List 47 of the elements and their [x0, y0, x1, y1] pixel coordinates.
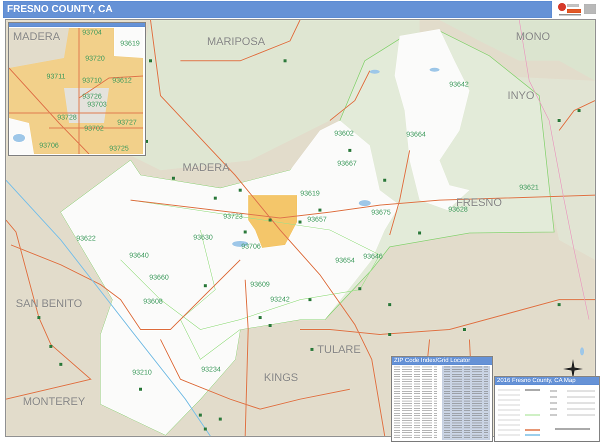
route-marker-icon: [59, 362, 62, 366]
lake: [580, 347, 584, 356]
route-marker-icon: [204, 284, 207, 288]
region-label: MADERA: [13, 31, 60, 43]
route-marker-icon: [383, 178, 386, 182]
map-title: FRESNO COUNTY, CA: [7, 4, 113, 15]
route-marker-icon: [218, 418, 222, 421]
route-marker-icon: [258, 316, 262, 320]
route-marker-icon: [149, 59, 152, 62]
lake: [358, 200, 371, 206]
route-marker-icon: [49, 344, 52, 348]
route-marker-icon: [310, 348, 314, 351]
route-marker-icon: [139, 388, 142, 391]
route-marker-icon: [268, 218, 272, 222]
route-marker-icon: [388, 333, 392, 336]
road-line: [558, 100, 595, 131]
region-label: MONO: [516, 31, 550, 43]
route-marker-icon: [298, 220, 302, 224]
route-marker-icon: [198, 414, 202, 417]
route-marker-icon: [238, 188, 242, 192]
route-marker-icon: [204, 428, 207, 431]
route-marker-icon: [558, 303, 561, 306]
lake: [370, 70, 380, 74]
route-marker-icon: [348, 148, 352, 152]
route-marker-icon: [358, 287, 362, 290]
route-marker-icon: [418, 231, 422, 234]
route-marker-icon: [244, 230, 247, 234]
route-marker-icon: [462, 328, 466, 331]
region-label: TULARE: [317, 344, 361, 356]
region-label: MONTEREY: [22, 396, 86, 408]
route-marker-icon: [578, 109, 581, 112]
region-label: MARIPOSA: [206, 36, 266, 48]
route-marker-icon: [172, 176, 175, 180]
logo-drawing: [556, 1, 598, 17]
route-marker-icon: [284, 59, 287, 62]
route-marker-icon: [318, 208, 322, 212]
route-marker-icon: [388, 303, 392, 306]
lake: [430, 68, 440, 72]
region-label: MADERA: [182, 162, 230, 174]
route-marker-icon: [214, 196, 217, 200]
route-marker-icon: [308, 298, 312, 302]
compass-rose-icon: [563, 359, 583, 379]
route-marker-icon: [268, 324, 272, 328]
region-label: INYO: [508, 90, 534, 102]
region-label: KINGS: [264, 372, 298, 384]
route-marker-icon: [37, 316, 40, 320]
route-marker-icon: [558, 119, 561, 122]
